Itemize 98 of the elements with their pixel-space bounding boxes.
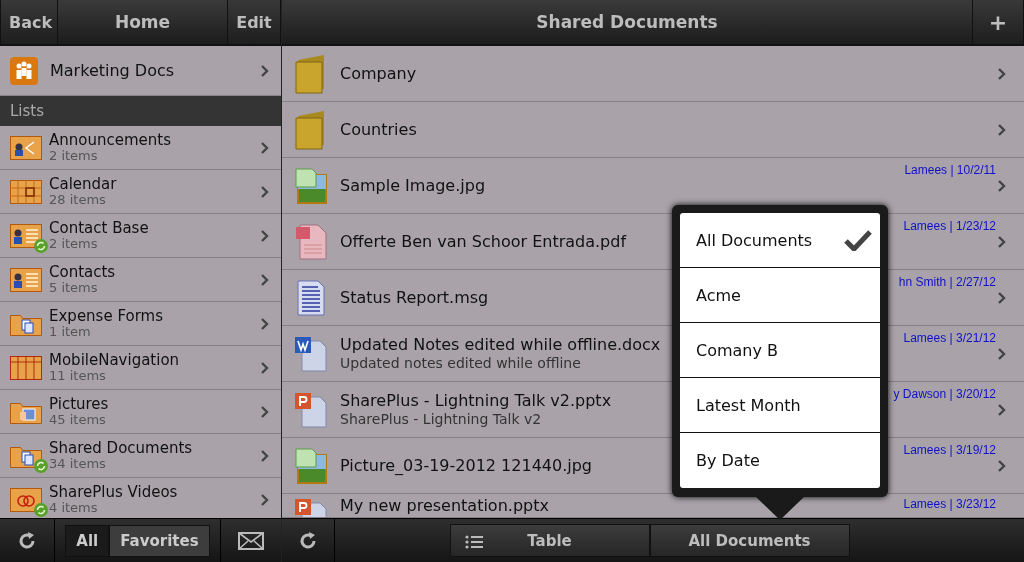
item-count: 4 items	[49, 499, 99, 516]
document-name: Status Report.msg	[340, 288, 489, 307]
panel-title: Shared Documents	[535, 11, 719, 34]
author-date: Lamees | 3/23/12	[903, 497, 996, 511]
author-date: Lamees | 10/2/11	[904, 163, 996, 177]
check-icon	[844, 229, 872, 251]
chevron-icon	[261, 317, 269, 330]
list-name: SharePlus Videos	[49, 483, 179, 500]
people-icon	[10, 56, 38, 85]
document-name: SharePlus - Lightning Talk v2.pptx	[340, 391, 612, 410]
author-date: y Dawson | 3/20/12	[893, 387, 996, 401]
document-name: Sample Image.jpg	[340, 176, 486, 195]
menu-item[interactable]: Latest Month	[680, 378, 880, 433]
document-name: Countries	[340, 120, 417, 139]
document-item[interactable]: Company	[282, 46, 1024, 102]
chevron-icon	[998, 179, 1006, 192]
document-name: Offerte Ben van Schoor Entrada.pdf	[340, 232, 627, 251]
chevron-icon	[998, 123, 1006, 136]
presentation-file-icon	[294, 390, 328, 429]
document-name: My new presentation.pptx	[340, 497, 549, 515]
announcement-icon	[10, 135, 42, 160]
chevron-icon	[998, 347, 1006, 360]
view-button[interactable]: Table	[449, 524, 650, 557]
author-date: Lamees | 1/23/12	[903, 219, 996, 233]
chevron-icon	[261, 405, 269, 418]
image-file-icon	[294, 166, 328, 205]
author-date: Lamees | 3/19/12	[903, 443, 996, 457]
chevron-icon	[261, 141, 269, 154]
list-name: Shared Documents	[49, 439, 194, 456]
chevron-icon	[998, 291, 1006, 304]
list-name: Pictures	[49, 395, 110, 412]
document-name: Company	[340, 64, 417, 83]
chevron-icon	[998, 235, 1006, 248]
contact-card-icon	[10, 223, 42, 248]
list-name: Calendar	[49, 175, 118, 192]
chevron-icon	[998, 459, 1006, 472]
list-item[interactable]: Shared Documents 34 items	[0, 434, 281, 478]
item-count: 2 items	[49, 235, 99, 252]
sync-icon	[34, 238, 48, 253]
filter-button[interactable]: All Documents	[649, 524, 850, 557]
menu-item[interactable]: Acme	[680, 268, 880, 323]
list-item[interactable]: Contacts 5 items	[0, 258, 281, 302]
filter-tab[interactable]: All	[65, 524, 110, 557]
chevron-icon	[261, 361, 269, 374]
mail-icon[interactable]	[238, 531, 264, 550]
author-date: hn Smith | 2/27/12	[898, 275, 996, 289]
item-count: 11 items	[49, 367, 106, 384]
video-library-icon	[10, 487, 42, 512]
table-icon	[10, 355, 42, 380]
pdf-file-icon	[294, 222, 328, 261]
list-item[interactable]: Calendar 28 items	[0, 170, 281, 214]
chevron-icon	[261, 273, 269, 286]
item-count: 28 items	[49, 191, 107, 208]
document-icon	[294, 278, 328, 317]
list-item[interactable]: Pictures 45 items	[0, 390, 281, 434]
chevron-icon	[261, 449, 269, 462]
chevron-icon	[998, 403, 1006, 416]
item-count: 34 items	[49, 455, 107, 472]
list-name: MobileNavigation	[49, 351, 181, 368]
menu-item[interactable]: Comany B	[680, 323, 880, 378]
document-subtitle: Updated notes edited while offline	[340, 353, 581, 372]
list-item[interactable]: Contact Base 2 items	[0, 214, 281, 258]
word-file-icon	[294, 334, 328, 373]
calendar-icon	[10, 179, 42, 204]
edit-button[interactable]: Edit	[227, 0, 281, 44]
section-header: Lists	[0, 96, 281, 126]
item-count: 45 items	[49, 411, 107, 428]
chevron-icon	[998, 67, 1006, 80]
item-count: 5 items	[49, 279, 99, 296]
filter-tab[interactable]: Favorites	[109, 524, 210, 557]
add-button[interactable]: +	[972, 0, 1024, 44]
contact-card-icon	[10, 267, 42, 292]
back-button[interactable]: Back	[0, 0, 58, 44]
document-item[interactable]: Countries	[282, 102, 1024, 158]
document-name: Picture_03-19-2012 121440.jpg	[340, 456, 592, 475]
list-item[interactable]: MobileNavigation 11 items	[0, 346, 281, 390]
list-icon	[464, 535, 483, 549]
list-name: Contacts	[49, 263, 117, 280]
image-file-icon	[294, 446, 328, 485]
menu-item[interactable]: All Documents	[680, 213, 880, 268]
sync-icon	[34, 458, 48, 473]
list-name: Expense Forms	[49, 307, 165, 324]
chevron-icon	[261, 229, 269, 242]
panel-title: Home	[113, 11, 172, 34]
item-count: 2 items	[49, 147, 99, 164]
document-subtitle: SharePlus - Lightning Talk v2	[340, 409, 542, 428]
chevron-icon	[261, 185, 269, 198]
site-title: Marketing Docs	[50, 61, 176, 80]
document-name: Updated Notes edited while offline.docx	[340, 335, 661, 354]
chevron-icon	[261, 493, 269, 506]
list-name: Announcements	[49, 131, 172, 148]
item-count: 1 item	[49, 323, 91, 340]
author-date: Lamees | 3/21/12	[903, 331, 996, 345]
chevron-icon	[261, 64, 269, 77]
sync-icon	[34, 502, 48, 517]
list-item[interactable]: Expense Forms 1 item	[0, 302, 281, 346]
list-item[interactable]: Announcements 2 items	[0, 126, 281, 170]
list-name: Contact Base	[49, 219, 150, 236]
